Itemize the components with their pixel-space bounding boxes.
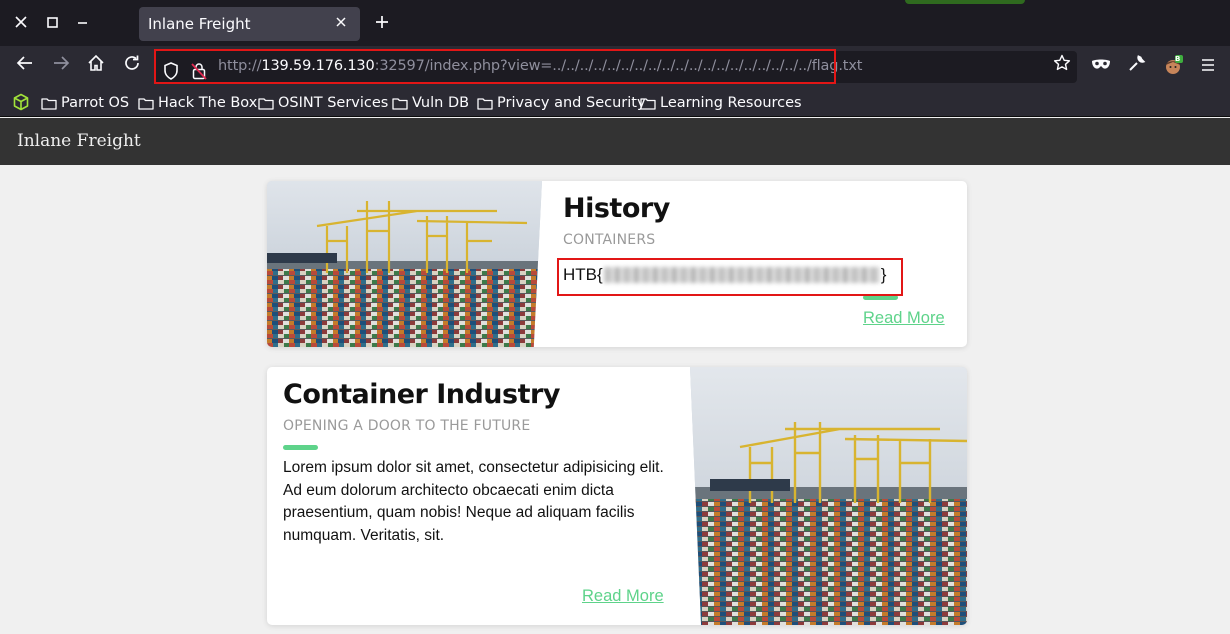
minimize-icon: [77, 22, 87, 24]
bookmark-osint-services[interactable]: OSINT Services: [258, 93, 388, 113]
new-tab-button[interactable]: [370, 11, 394, 35]
bookmark-label: Privacy and Security: [497, 95, 646, 111]
minimize-window-button[interactable]: [69, 10, 95, 36]
close-icon: [15, 16, 27, 28]
port-photo: [690, 367, 967, 625]
home-icon: [88, 54, 104, 71]
extension-avatar-button[interactable]: B: [1160, 54, 1186, 80]
bookmark-label: Parrot OS: [61, 95, 130, 111]
bookmark-parrot-os[interactable]: Parrot OS: [41, 93, 129, 113]
card-title: History: [563, 193, 670, 224]
read-more-link[interactable]: Read More: [582, 587, 664, 606]
star-icon: [1053, 54, 1071, 71]
bookmark-hack-the-box[interactable]: Hack The Box: [138, 93, 257, 113]
container-industry-card: Container Industry OPENING A DOOR TO THE…: [267, 367, 967, 625]
site-brand-link[interactable]: Inlane Freight: [17, 131, 141, 151]
tab-inlane-freight[interactable]: Inlane Freight: [139, 7, 360, 41]
folder-icon: [640, 97, 656, 110]
card-body-text: Lorem ipsum dolor sit amet, consectetur …: [283, 459, 664, 544]
folder-icon: [477, 97, 493, 110]
tab-title: Inlane Freight: [148, 15, 251, 33]
tab-close-button[interactable]: [330, 12, 352, 34]
folder-icon: [41, 97, 57, 110]
hamburger-menu-icon: [1202, 59, 1214, 71]
flag-output: HTB{}: [563, 265, 886, 285]
maximize-window-button[interactable]: [39, 10, 65, 36]
avatar-extension-icon: [1166, 55, 1183, 74]
reload-icon: [125, 55, 139, 70]
bookmark-privacy-and-security[interactable]: Privacy and Security: [477, 93, 646, 113]
site-header: Inlane Freight: [0, 118, 1230, 165]
url-highlight-box: [154, 49, 836, 84]
bookmark-label: Learning Resources: [660, 95, 802, 111]
folder-icon: [392, 97, 408, 110]
extension-mask-button[interactable]: [1088, 54, 1114, 80]
back-button[interactable]: [12, 54, 38, 80]
accent-bar: [283, 445, 318, 450]
bookmark-learning-resources[interactable]: Learning Resources: [640, 93, 802, 113]
redacted-flag: [603, 267, 880, 283]
folder-icon: [258, 97, 274, 110]
container-port-image: [690, 367, 967, 625]
read-more-link[interactable]: Read More: [863, 309, 945, 328]
bookmark-vuln-db[interactable]: Vuln DB: [392, 93, 469, 113]
open-menu-button[interactable]: [1195, 54, 1221, 80]
bookmark-label: Vuln DB: [412, 95, 470, 111]
bookmark-label: OSINT Services: [278, 95, 389, 111]
close-window-button[interactable]: [8, 10, 34, 36]
bookmarks-toolbar: Parrot OS Hack The Box OSINT Services Vu…: [0, 88, 1230, 117]
wrench-icon: [1129, 55, 1146, 71]
forward-arrow-icon: [54, 56, 70, 70]
plus-icon: [376, 16, 388, 28]
card-subtitle: CONTAINERS: [563, 232, 656, 248]
card-subtitle: OPENING A DOOR TO THE FUTURE: [283, 418, 531, 434]
container-port-image: [267, 181, 542, 347]
close-icon: [336, 17, 346, 27]
bookmark-label: Hack The Box: [158, 95, 258, 111]
port-photo: [267, 181, 542, 347]
background-window-edge: [905, 0, 1025, 4]
extension-wrench-button[interactable]: [1124, 54, 1150, 80]
reload-button[interactable]: [119, 54, 145, 80]
extension-badge: B: [1175, 55, 1181, 63]
flag-close: }: [880, 265, 887, 284]
back-arrow-icon: [16, 56, 32, 70]
home-button[interactable]: [83, 54, 109, 80]
forward-button[interactable]: [48, 54, 74, 80]
parrot-cube-icon[interactable]: [12, 93, 30, 111]
mask-icon: [1092, 59, 1110, 69]
bookmark-page-button[interactable]: [1049, 54, 1075, 80]
folder-icon: [138, 97, 154, 110]
flag-open: HTB{: [563, 265, 603, 284]
maximize-icon: [46, 17, 58, 28]
card-title: Container Industry: [283, 379, 560, 410]
tab-strip: Inlane Freight: [0, 0, 1230, 46]
